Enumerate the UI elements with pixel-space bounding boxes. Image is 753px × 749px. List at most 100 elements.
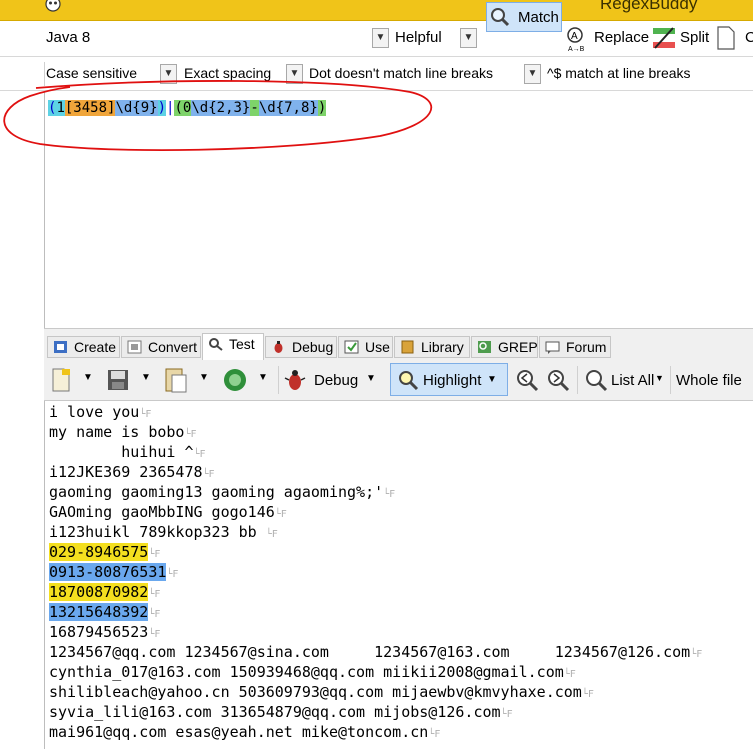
chevron-down-icon[interactable]: ▼ [366, 373, 376, 384]
divider [670, 366, 671, 394]
highlight-button[interactable]: Highlight ▼ [390, 363, 508, 396]
test-line: gaoming gaoming13 gaoming agaoming%;'└F [49, 483, 396, 501]
test-line: cynthia_017@163.com 150939468@qq.com mii… [49, 663, 576, 681]
divider [44, 62, 45, 86]
divider [577, 366, 578, 394]
list-all-button[interactable]: List All [611, 372, 654, 389]
test-line-match: 13215648392└F [49, 603, 161, 621]
regex-digit-quantifier: \d{7,8} [258, 100, 318, 116]
flavor-dropdown-button[interactable]: ▼ [372, 28, 389, 48]
anchors-option[interactable]: ^$ match at line breaks [547, 65, 691, 81]
dot-option[interactable]: Dot doesn't match line breaks [309, 65, 493, 81]
convert-icon [127, 340, 142, 354]
match-button[interactable]: Match [486, 2, 562, 32]
save-icon[interactable] [106, 368, 130, 392]
use-icon [344, 340, 359, 354]
test-line: i love you└F [49, 403, 152, 421]
regex-char-class: [3458] [64, 100, 116, 116]
replace-button[interactable]: Replace [594, 29, 649, 46]
chevron-down-icon[interactable]: ▼ [487, 374, 497, 385]
regex-digit-quantifier: \d{9} [115, 100, 158, 116]
chevron-down-icon[interactable]: ▼ [258, 372, 268, 383]
test-line: i123huikl 789kkop323 bb └F [49, 523, 278, 541]
grep-icon [478, 341, 491, 353]
tab-debug[interactable]: Debug [265, 336, 337, 358]
tab-label: GREP [498, 339, 538, 355]
tab-convert[interactable]: Convert [121, 336, 201, 358]
library-icon [401, 340, 414, 354]
magnifier-icon [399, 371, 419, 391]
match-highlight: 18700870982 [49, 583, 149, 601]
magnifier-icon [209, 338, 223, 351]
regex-literal: - [250, 100, 259, 116]
test-line-match: 0913-80876531└F [49, 563, 179, 581]
app-logo-icon [45, 0, 61, 12]
new-file-icon[interactable] [50, 367, 72, 393]
match-highlight: 0913-80876531 [49, 563, 167, 581]
tab-label: Forum [566, 339, 607, 355]
zoom-prev-icon[interactable] [515, 368, 539, 392]
spacing-dropdown-button[interactable]: ▼ [286, 64, 303, 84]
regex-group-open: ( [174, 100, 183, 116]
copy-button-label[interactable]: C [745, 29, 753, 46]
helpful-select[interactable]: Helpful [395, 29, 442, 46]
zoom-next-icon[interactable] [546, 368, 570, 392]
test-line: 1234567@qq.com 1234567@sina.com 1234567@… [49, 643, 703, 661]
regex-group-close: ) [157, 100, 167, 116]
tab-library[interactable]: Library [394, 336, 470, 358]
list-all-icon[interactable] [584, 368, 608, 392]
tab-label: Create [74, 339, 117, 355]
refresh-icon[interactable] [222, 367, 248, 393]
chevron-down-icon[interactable]: ▼ [83, 372, 93, 383]
flavor-select[interactable]: Java 8 [46, 29, 90, 46]
replace-icon[interactable]: A A→B [566, 26, 590, 52]
test-line-match: 18700870982└F [49, 583, 161, 601]
match-highlight: 13215648392 [49, 603, 149, 621]
dot-dropdown-button[interactable]: ▼ [524, 64, 541, 84]
paste-icon[interactable] [164, 366, 188, 394]
title-bar: RegexBuddy [0, 0, 753, 21]
regex-editor[interactable] [44, 91, 753, 328]
match-label: Match [518, 9, 559, 26]
tab-label: Use [365, 339, 390, 355]
forum-icon [545, 341, 560, 354]
test-line: syvia_lili@163.com 313654879@qq.com mijo… [49, 703, 513, 721]
tab-test[interactable]: Test [202, 333, 264, 360]
create-icon [54, 341, 67, 353]
tab-create[interactable]: Create [47, 336, 120, 358]
test-line: GAOming gaoMbbING gogo146└F [49, 503, 287, 521]
spacing-option[interactable]: Exact spacing [184, 65, 271, 81]
case-dropdown-button[interactable]: ▼ [160, 64, 177, 84]
divider [278, 366, 279, 394]
highlight-label: Highlight [423, 372, 482, 389]
split-icon[interactable] [652, 26, 676, 50]
debug-button[interactable]: Debug [314, 372, 358, 389]
bug-icon[interactable] [284, 368, 306, 392]
app-title: RegexBuddy [600, 0, 698, 13]
bug-icon [274, 341, 283, 353]
case-option[interactable]: Case sensitive [46, 65, 137, 81]
test-line: huihui ^└F [49, 443, 206, 461]
test-line: 16879456523└F [49, 623, 161, 641]
tab-label: Convert [148, 339, 198, 355]
tab-label: Library [421, 339, 464, 355]
document-icon[interactable] [716, 26, 736, 50]
regex-group-close: ) [317, 100, 327, 116]
split-button[interactable]: Split [680, 29, 709, 46]
regex-digit-quantifier: \d{2,3} [191, 100, 251, 116]
svg-text:A: A [571, 31, 578, 42]
test-line: shilibleach@yahoo.cn 503609793@qq.com mi… [49, 683, 594, 701]
helpful-dropdown-button[interactable]: ▼ [460, 28, 477, 48]
whole-file-select[interactable]: Whole file [676, 372, 742, 389]
tab-use[interactable]: Use [338, 336, 393, 358]
chevron-down-icon[interactable]: ▼ [141, 372, 151, 383]
regex-literal: 1 [56, 100, 65, 116]
chevron-down-icon[interactable]: ▼ [199, 372, 209, 383]
svg-text:A→B: A→B [568, 46, 585, 52]
chevron-down-icon[interactable]: ▼ [655, 373, 664, 383]
tab-grep[interactable]: GREP [471, 336, 538, 358]
regex-text[interactable]: (1[3458]\d{9})|(0\d{2,3}-\d{7,8}) [48, 100, 327, 116]
tab-label: Debug [292, 339, 334, 355]
magnifier-icon [491, 8, 510, 27]
tab-forum[interactable]: Forum [539, 336, 611, 358]
